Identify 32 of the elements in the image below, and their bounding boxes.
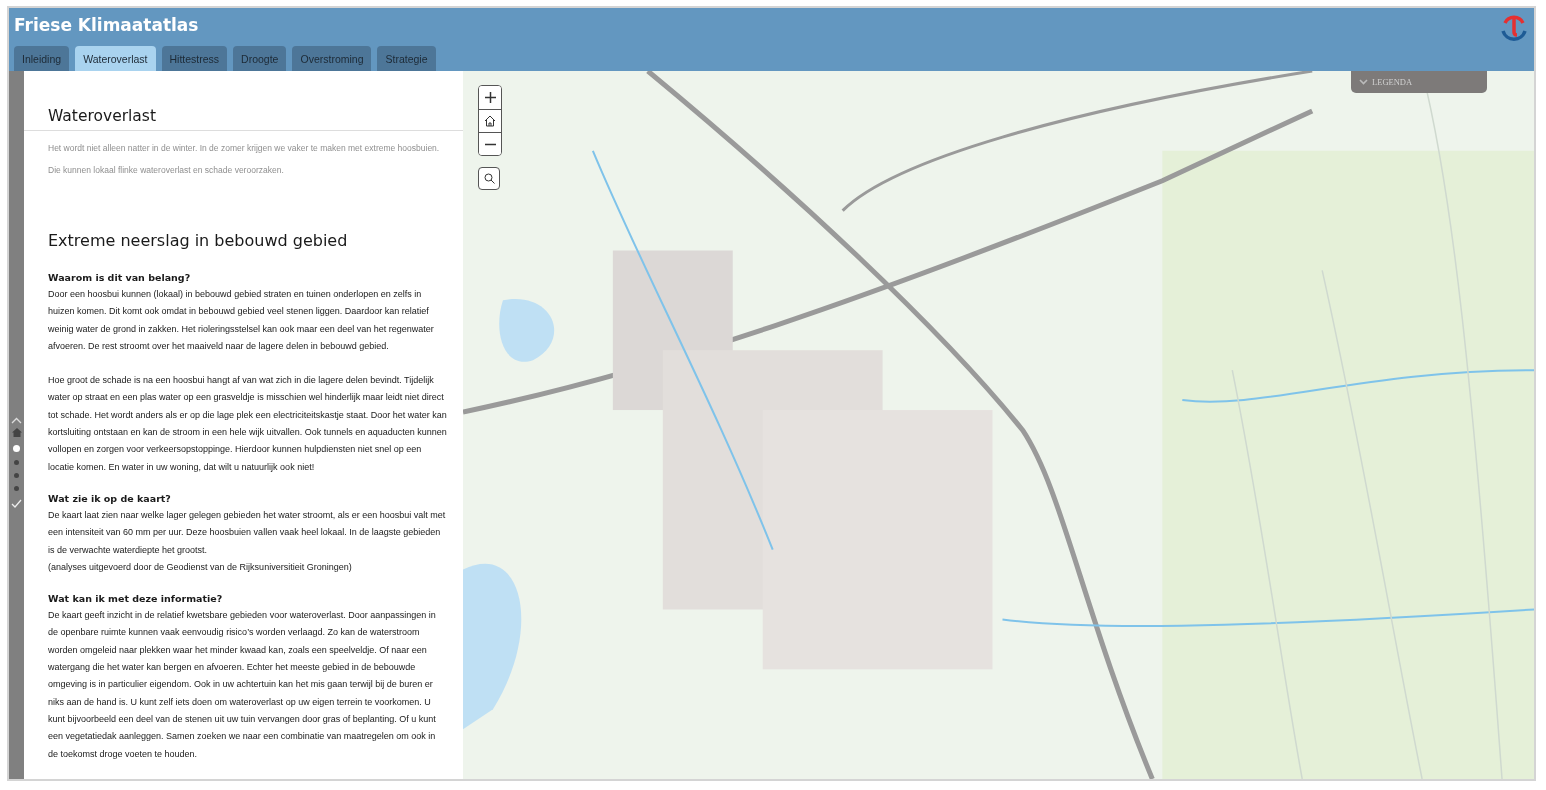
home-icon bbox=[484, 115, 496, 127]
legend-toggle[interactable]: LEGENDA bbox=[1351, 71, 1487, 93]
plus-icon bbox=[484, 92, 496, 103]
search-icon bbox=[483, 173, 495, 184]
step-dot[interactable] bbox=[13, 445, 20, 452]
subheading: Wat zie ik op de kaart? bbox=[48, 492, 172, 504]
paragraph: De kaart geeft inzicht in de relatief kwetsbare gebieden voor wateroverlast. Door aanpassingen in de openbare ruimte kunnen vaak eenvoudig risico’s worden verlaagd. Zo kan de waterstroom worden omgeleid naar plekken waar het minder kwaad kan, zoals een speelveldje. Of naar een watergang die het water kan bergen en afvoeren. Echter het meeste gebied in de bebouwde omgeving is in particulier eigendom. Ook in uw achtertuin kan het mis gaan terwijl bij de buren er niks aan de hand is. U kunt zelf iets doen om wateroverlast op uw eigen terrein te voorkomen. U kunt bijvoorbeeld een deel van de stenen uit uw tuin vervangen door gras of beplanting. Of u kunt een vegetatiedak aanleggen. Samen zoeken we naar een combinatie van maatregelen om ook in de toekomst droge voeten te houden. bbox=[48, 609, 437, 761]
logo-icon bbox=[1500, 13, 1528, 43]
subheading: Waarom is dit van belang? bbox=[48, 272, 192, 283]
tab[interactable]: Strategie bbox=[377, 46, 436, 71]
chevron-up-icon[interactable] bbox=[11, 417, 22, 424]
section-heading: Extreme neerslag in bebouwd gebied bbox=[48, 231, 349, 250]
source-note: (analyses uitgevoerd door de Geodienst van de Rijksuniversitieit Groningen) bbox=[48, 560, 353, 574]
intro-text: Het wordt niet alleen natter in de winter. In de zomer krijgen we vaker te maken met extreme hoosbuien. Die kunnen lokaal flinke wateroverlast en schade veroorzaken. bbox=[47, 142, 441, 177]
chevron-down-icon bbox=[1359, 79, 1368, 85]
app-title: Friese Klimaatatlas bbox=[14, 15, 199, 35]
step-dot[interactable] bbox=[14, 473, 19, 478]
paragraph: De kaart laat zien naar welke lager gelegen gebieden het water stroomt, als er een hoosbui valt met een intensiteit van 60 mm per uur. Deze hoosbuien vallen vaak heel lokaal. In de laagste gebieden is de verwachte waterdiepte het grootst. bbox=[48, 508, 447, 557]
tab[interactable]: Overstroming bbox=[292, 46, 372, 71]
paragraph: Door een hoosbui kunnen (lokaal) in bebouwd gebied straten en tuinen onderlopen en zelfs in huizen komen. Dit komt ook omdat in bebouwd gebied veel stenen liggen. Daardoor kan relatief weinig water de grond in zakken. Het rioleringsstelsel kan ook maar een deel van het regenwater afvoeren. De rest stroomt over het maaiveld naar de lagere delen in bebouwd gebied. bbox=[48, 288, 435, 353]
search-button[interactable] bbox=[478, 167, 500, 190]
zoom-out-button[interactable] bbox=[479, 132, 501, 155]
tab[interactable]: Wateroverlast bbox=[75, 46, 156, 71]
tab[interactable]: Hittestress bbox=[161, 46, 228, 71]
tab[interactable]: Droogte bbox=[233, 46, 287, 71]
tab[interactable]: Inleiding bbox=[14, 46, 70, 71]
home-icon[interactable] bbox=[11, 428, 22, 437]
checkmark-icon[interactable] bbox=[11, 499, 22, 508]
subheading: Wat kan ik met deze informatie? bbox=[48, 593, 224, 605]
step-dot[interactable] bbox=[14, 460, 19, 465]
paragraph: Hoe groot de schade is na een hoosbui hangt af van wat zich in die lagere delen bevindt. Tijdelijk water op straat en een plas water op een grasveldje is misschien wel hinderlijk maar leidt niet direct tot schade. Het wordt anders als er op die lage plek een electriciteitskastje staat. Door het water kan kortsluiting ontstaan en kan de stroom in een hele wijk uitvallen. Ook tunnels en aquaducten kunnen vollopen en zorgen voor verkeersopstoppinge. Hierdoor kunnen hulpdiensten niet snel op een locatie komen. En water in uw woning, dat wilt u natuurlijk ook niet! bbox=[48, 374, 447, 474]
step-dot[interactable] bbox=[14, 486, 19, 491]
